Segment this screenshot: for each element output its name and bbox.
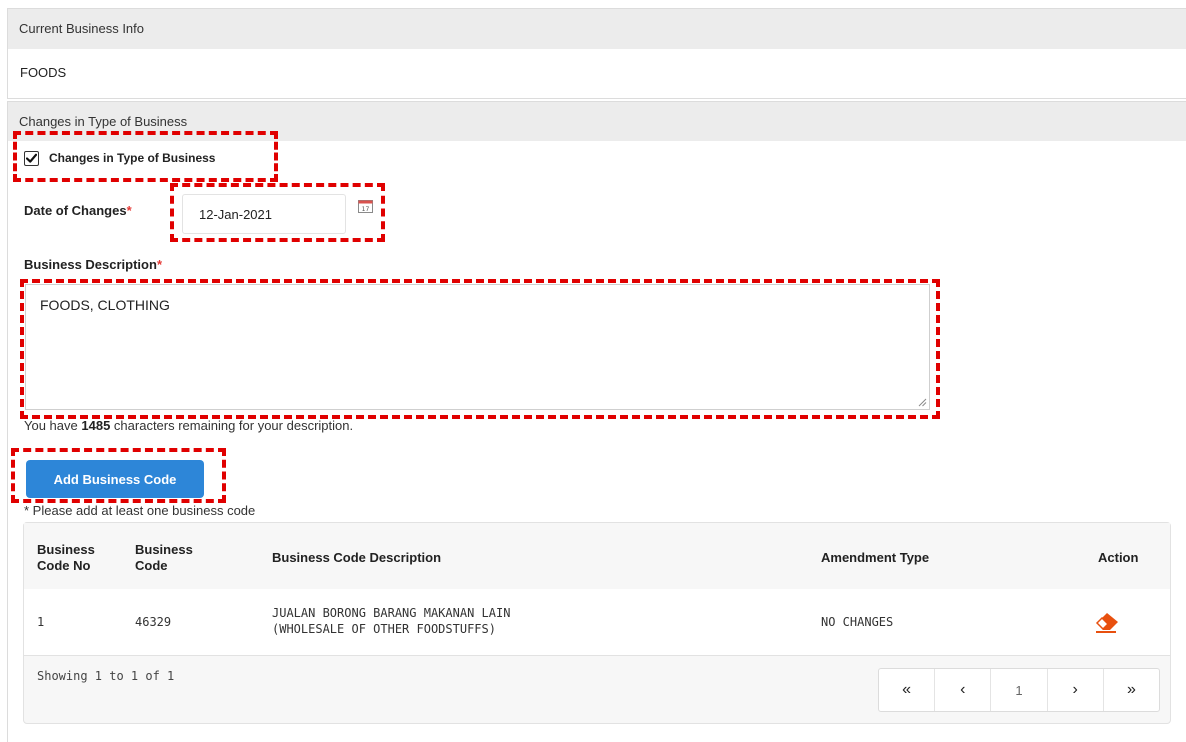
characters-remaining-count: 1485 — [81, 418, 111, 433]
table-header: Business Code No Business Code Business … — [24, 523, 1170, 590]
current-business-header: Current Business Info — [8, 9, 1186, 49]
pagination: « ‹ 1 › » — [878, 668, 1160, 712]
eraser-icon[interactable] — [1094, 611, 1120, 633]
business-description-label: Business Description* — [24, 257, 162, 272]
current-business-panel: Current Business Info FOODS — [7, 8, 1186, 99]
cell-amendment: NO CHANGES — [821, 615, 894, 629]
table-showing-info: Showing 1 to 1 of 1 — [37, 669, 175, 683]
pagination-page-1[interactable]: 1 — [991, 669, 1048, 711]
column-header-code: Business Code — [135, 542, 193, 573]
column-header-action: Action — [1098, 550, 1139, 565]
highlight-box-description — [20, 279, 940, 419]
current-business-value: FOODS — [20, 65, 67, 80]
cell-code: 46329 — [135, 615, 172, 629]
highlight-box-date — [170, 183, 385, 242]
table-row: 1 46329 JUALAN BORONG BARANG MAKANAN LAI… — [24, 589, 1170, 656]
column-header-amendment: Amendment Type — [821, 550, 930, 565]
pagination-first-button[interactable]: « — [879, 669, 936, 711]
date-of-changes-label: Date of Changes* — [24, 203, 132, 218]
column-header-description: Business Code Description — [272, 550, 442, 565]
pagination-prev-button[interactable]: ‹ — [935, 669, 992, 711]
highlight-box-add-button — [11, 448, 226, 503]
business-code-hint: * Please add at least one business code — [24, 503, 256, 518]
characters-remaining-text: You have 1485 characters remaining for y… — [24, 418, 354, 433]
column-header-code-no: Business Code No — [37, 542, 95, 573]
highlight-box-checkbox — [13, 131, 278, 182]
pagination-next-button[interactable]: › — [1048, 669, 1104, 711]
business-code-table: Business Code No Business Code Business … — [23, 522, 1171, 724]
required-mark: * — [156, 257, 162, 272]
cell-description: JUALAN BORONG BARANG MAKANAN LAIN (WHOLE… — [272, 606, 511, 636]
required-mark: * — [126, 203, 132, 218]
cell-code-no: 1 — [37, 615, 45, 629]
pagination-last-button[interactable]: » — [1104, 669, 1159, 711]
